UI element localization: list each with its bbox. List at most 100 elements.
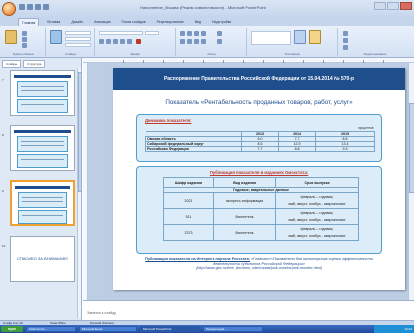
shadow-icon[interactable] [127, 39, 132, 44]
dynamics-box[interactable]: Динамика показателя: процентов 2013 2014… [136, 114, 382, 162]
increase-indent-icon[interactable] [201, 31, 206, 36]
tab-home[interactable]: Главная [18, 18, 40, 26]
undo-icon[interactable] [27, 4, 33, 10]
slide-number: 8 [2, 133, 4, 137]
justify-icon[interactable] [201, 39, 206, 44]
quick-styles-button[interactable] [309, 30, 321, 44]
scrollbar-thumb[interactable] [409, 103, 414, 193]
replace-icon[interactable] [343, 38, 348, 43]
thumb-box [18, 210, 67, 224]
taskbar-item[interactable]: Microsoft Excel [79, 326, 137, 332]
thumb-line [21, 141, 64, 142]
tab-animation[interactable]: Анимация [91, 18, 113, 26]
thumb-line [21, 145, 64, 146]
close-button[interactable] [400, 2, 412, 10]
slide-number: 9 [2, 189, 4, 193]
layout-button[interactable] [65, 31, 91, 35]
tab-view[interactable]: Вид [192, 18, 204, 26]
maximize-button[interactable] [387, 2, 399, 10]
table-row: 2021 экспресс-информация февраль – годов… [163, 192, 359, 209]
editor-scrollbar[interactable] [408, 63, 414, 300]
italic-icon[interactable] [106, 39, 111, 44]
title-bar: Наполнение_Москва (Режим совместимости) … [0, 0, 414, 18]
horizontal-ruler [83, 58, 414, 63]
table-row: 511 бюллетень февраль – годовая, [163, 208, 359, 225]
delete-button[interactable] [65, 43, 91, 47]
notes-pane[interactable]: Заметки к слайду [83, 300, 414, 320]
thumb-line [21, 86, 64, 87]
paste-button[interactable] [5, 30, 17, 44]
group-label: Абзац [207, 52, 216, 56]
slide-canvas[interactable]: Распоряжение Правительства Российской Фе… [113, 68, 405, 290]
underline-icon[interactable] [113, 39, 118, 44]
slide-title[interactable]: Показатель «Рентабельность проданных тов… [113, 99, 405, 106]
tab-review[interactable]: Рецензирование [154, 18, 187, 26]
slide-thumbnail-selected[interactable] [10, 180, 75, 226]
paragraph-group: Абзац [177, 28, 247, 56]
slide-thumbnail[interactable] [10, 125, 75, 171]
portal-publication-note[interactable]: Публикация показателя на Интернет-портал… [143, 257, 375, 271]
tab-insert[interactable]: Вставка [44, 18, 63, 26]
office-button[interactable] [2, 2, 16, 16]
arrange-button[interactable] [294, 30, 306, 44]
taskbar-item[interactable]: Презентация… [203, 326, 263, 332]
thumb-header-band [14, 75, 71, 78]
thumb-box [17, 81, 68, 97]
shapes-gallery[interactable] [251, 31, 291, 45]
save-icon[interactable] [19, 4, 25, 10]
system-tray-clock[interactable]: 10:42 [374, 325, 414, 333]
slides-pane: Слайды Структура 7 8 9 10 СПАСИБО ЗА ВНИ… [0, 58, 82, 320]
tab-outline[interactable]: Структура [23, 60, 46, 68]
thumb-box [17, 99, 68, 113]
ribbon: Буфер обмена Слайды Шрифт Абзац Рисовани… [0, 26, 414, 58]
thumb-text: СПАСИБО ЗА ВНИМАНИЕ! [16, 256, 69, 261]
cut-icon[interactable] [22, 31, 27, 36]
bold-icon[interactable] [99, 39, 104, 44]
minimize-button[interactable] [374, 2, 386, 10]
font-size-select[interactable] [145, 31, 159, 35]
dynamics-heading: Динамика показателя: [145, 118, 192, 123]
tab-slides[interactable]: Слайды [2, 60, 22, 68]
slides-pane-scrollbar[interactable] [77, 68, 82, 318]
text-direction-icon[interactable] [217, 31, 222, 36]
smartart-icon[interactable] [217, 39, 222, 44]
align-right-icon[interactable] [194, 39, 199, 44]
new-slide-button[interactable] [50, 30, 62, 44]
format-painter-icon[interactable] [22, 43, 27, 48]
publications-box[interactable]: Публикация показателя в изданиях Омскста… [136, 166, 382, 254]
notes-placeholder[interactable]: Заметки к слайду [87, 311, 116, 315]
drawing-group: Рисование [248, 28, 338, 56]
column-header: Шифр издания [163, 177, 214, 188]
group-label: Буфер обмена [13, 52, 34, 56]
align-left-icon[interactable] [180, 39, 185, 44]
font-name-select[interactable] [99, 31, 143, 35]
thumb-box [17, 136, 68, 152]
editing-group: Редактирование [339, 28, 411, 56]
slide-thumbnail[interactable] [10, 70, 75, 116]
tab-design[interactable]: Дизайн [68, 18, 86, 26]
numbering-icon[interactable] [187, 31, 192, 36]
find-icon[interactable] [343, 31, 348, 36]
start-button[interactable]: пуск [1, 326, 23, 332]
window-controls [374, 2, 412, 10]
redo-icon[interactable] [35, 4, 41, 10]
taskbar-item-active[interactable]: Microsoft PowerPoint [140, 326, 200, 332]
slide-thumbnail[interactable]: СПАСИБО ЗА ВНИМАНИЕ! [10, 236, 75, 282]
select-icon[interactable] [343, 45, 348, 50]
tab-addins[interactable]: Надстройки [209, 18, 234, 26]
font-color-icon[interactable] [136, 39, 141, 44]
reset-button[interactable] [65, 37, 91, 41]
scrollbar-thumb[interactable] [78, 72, 82, 192]
taskbar-item[interactable]: Total Comm… [26, 326, 76, 332]
decrease-indent-icon[interactable] [194, 31, 199, 36]
strikethrough-icon[interactable] [120, 39, 125, 44]
slide-number: 10 [2, 244, 6, 248]
customize-icon[interactable] [43, 4, 49, 10]
column-header: Вид издания [213, 177, 276, 188]
bullets-icon[interactable] [180, 31, 185, 36]
align-center-icon[interactable] [187, 39, 192, 44]
thumb-box [18, 192, 67, 208]
copy-icon[interactable] [22, 37, 27, 42]
portal-url[interactable]: (http://www.gks.ru/free_doc/new_site/ros… [196, 266, 322, 270]
tab-slideshow[interactable]: Показ слайдов [119, 18, 149, 26]
